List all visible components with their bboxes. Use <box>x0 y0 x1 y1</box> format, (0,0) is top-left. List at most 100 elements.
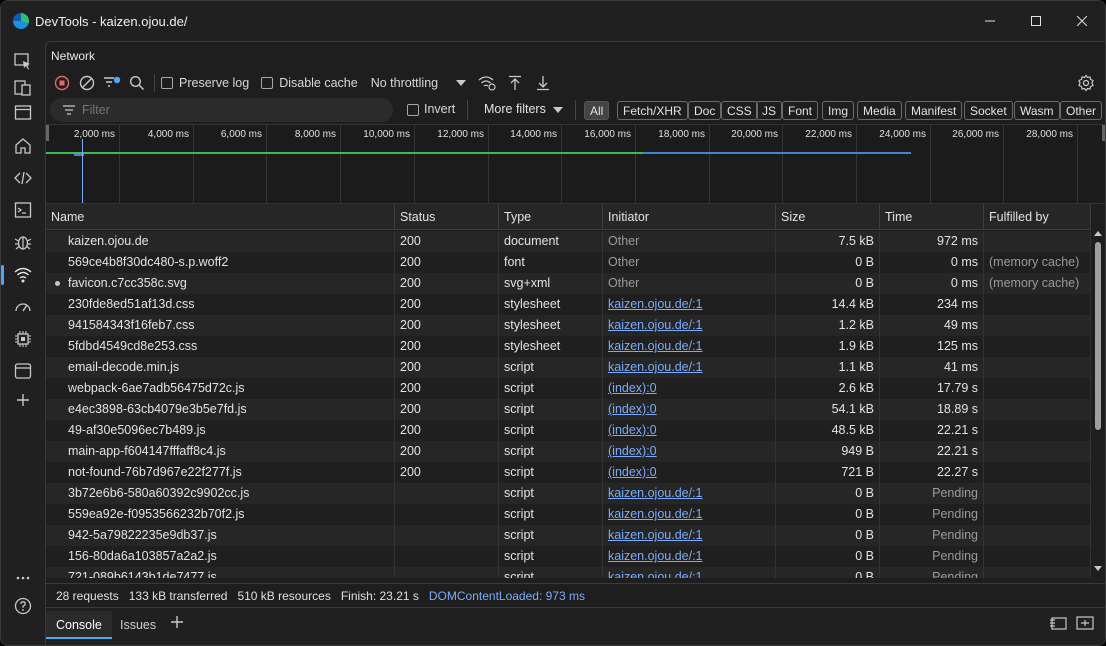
cell-initiator[interactable]: kaizen.ojou.de/:1 <box>603 504 776 525</box>
table-scrollbar[interactable] <box>1092 228 1104 578</box>
cell-status <box>395 546 499 567</box>
performance-icon[interactable] <box>13 297 33 317</box>
inspect-element-icon[interactable] <box>13 52 33 72</box>
cell-initiator[interactable]: (index):0 <box>603 399 776 420</box>
tab-issues[interactable]: Issues <box>110 611 166 639</box>
cell-initiator[interactable]: kaizen.ojou.de/:1 <box>603 546 776 567</box>
home-icon[interactable] <box>13 136 33 156</box>
close-button[interactable] <box>1059 1 1105 41</box>
cell-initiator[interactable]: (index):0 <box>603 441 776 462</box>
table-row[interactable]: 5fdbd4549cd8e253.css 200 stylesheet kaizen.… <box>46 336 1091 357</box>
table-row[interactable]: webpack-6ae7adb56475d72c.js 200 script (ind… <box>46 378 1091 399</box>
overview-right-handle[interactable] <box>1102 125 1105 141</box>
sources-bug-icon[interactable] <box>13 232 33 252</box>
type-filter-img[interactable]: Img <box>822 101 855 120</box>
cell-initiator[interactable]: kaizen.ojou.de/:1 <box>603 525 776 546</box>
console-icon[interactable] <box>13 200 33 220</box>
close-drawer-icon[interactable] <box>1076 615 1094 631</box>
elements-icon[interactable] <box>13 168 33 188</box>
maximize-button[interactable] <box>1013 1 1059 41</box>
column-header-fulfilled-by[interactable]: Fulfilled by <box>984 204 1091 230</box>
table-row[interactable]: not-found-76b7d967e22f277f.js 200 script (i… <box>46 462 1091 483</box>
cell-name: 230fde8ed51af13d.css <box>46 294 395 315</box>
cell-time: 0 ms <box>880 252 984 273</box>
overview-tick-label: 28,000 ms <box>1026 129 1073 140</box>
type-filter-css[interactable]: CSS <box>721 101 758 120</box>
timeline-overview[interactable]: 2,000 ms 4,000 ms 6,000 ms 8,000 ms 10,000 m… <box>46 124 1105 204</box>
type-filter-socket[interactable]: Socket <box>964 101 1013 120</box>
cell-type: script <box>499 441 603 462</box>
table-row[interactable]: 721-089b6143b1de7477.js script kaizen.ojou… <box>46 567 1091 578</box>
application-icon[interactable] <box>13 361 33 381</box>
type-filter-js[interactable]: JS <box>756 101 783 120</box>
table-row[interactable]: 156-80da6a103857a2a2.js script kaizen.ojou… <box>46 546 1091 567</box>
tab-console[interactable]: Console <box>46 611 112 639</box>
column-header-type[interactable]: Type <box>499 204 603 230</box>
more-filters-dropdown-icon[interactable] <box>553 107 563 113</box>
type-filter-manifest[interactable]: Manifest <box>905 101 963 120</box>
type-filter-wasm[interactable]: Wasm <box>1014 101 1060 120</box>
help-icon[interactable] <box>13 596 33 616</box>
cell-initiator[interactable]: kaizen.ojou.de/:1 <box>603 294 776 315</box>
device-emulation-icon[interactable] <box>13 78 33 98</box>
type-filter-all[interactable]: All <box>584 101 610 120</box>
preserve-log-checkbox[interactable] <box>161 77 173 89</box>
cell-initiator[interactable]: (index):0 <box>603 420 776 441</box>
throttling-dropdown-icon[interactable] <box>456 80 467 86</box>
column-header-initiator[interactable]: Initiator <box>603 204 776 230</box>
cell-initiator[interactable]: kaizen.ojou.de/:1 <box>603 483 776 504</box>
type-filter-font[interactable]: Font <box>782 101 819 120</box>
column-header-size[interactable]: Size <box>776 204 880 230</box>
type-filter-fetch-xhr[interactable]: Fetch/XHR <box>617 101 688 120</box>
column-header-time[interactable]: Time <box>880 204 984 230</box>
more-options-icon[interactable] <box>13 568 33 588</box>
table-row[interactable]: 49-af30e5096ec7b489.js 200 script (index):0… <box>46 420 1091 441</box>
record-button[interactable] <box>51 72 73 94</box>
cell-initiator[interactable]: kaizen.ojou.de/:1 <box>603 315 776 336</box>
cell-initiator[interactable]: (index):0 <box>603 462 776 483</box>
invert-checkbox[interactable] <box>407 104 419 116</box>
minimize-button[interactable] <box>967 1 1013 41</box>
table-row[interactable]: email-decode.min.js 200 script kaizen.ojou.… <box>46 357 1091 378</box>
cell-initiator[interactable]: kaizen.ojou.de/:1 <box>603 567 776 578</box>
table-row[interactable]: main-app-f604147fffaff8c4.js 200 script (in… <box>46 441 1091 462</box>
type-filter-media[interactable]: Media <box>857 101 902 120</box>
network-conditions-button[interactable] <box>476 72 498 94</box>
export-har-button[interactable] <box>532 72 554 94</box>
cell-initiator[interactable]: kaizen.ojou.de/:1 <box>603 357 776 378</box>
add-tab-plus-icon[interactable] <box>170 615 184 629</box>
welcome-icon[interactable] <box>13 103 33 123</box>
disable-cache-checkbox[interactable] <box>261 77 274 89</box>
filter-input[interactable] <box>82 103 342 117</box>
table-row[interactable]: 559ea92e-f0953566232b70f2.js script kaizen… <box>46 504 1091 525</box>
throttling-select[interactable]: No throttling <box>371 76 438 90</box>
cell-initiator[interactable]: kaizen.ojou.de/:1 <box>603 336 776 357</box>
type-filter-other[interactable]: Other <box>1060 101 1103 120</box>
edge-logo-icon <box>13 13 29 29</box>
column-header-name[interactable]: Name <box>46 204 395 230</box>
table-row[interactable]: e4ec3898-63cb4079e3b5e7fd.js 200 script (in… <box>46 399 1091 420</box>
table-row[interactable]: favicon.c7cc358c.svg 200 svg+xml Other 0 B0 … <box>46 273 1091 294</box>
cell-fulfilled: (memory cache) <box>984 252 1091 273</box>
more-filters-button[interactable]: More filters <box>484 102 546 116</box>
more-tools-plus-icon[interactable] <box>13 390 33 410</box>
search-button[interactable] <box>126 72 148 94</box>
filter-toggle-button[interactable] <box>101 72 123 94</box>
table-row[interactable]: 941584343f16feb7.css 200 stylesheet kaizen.… <box>46 315 1091 336</box>
table-row[interactable]: 230fde8ed51af13d.css 200 stylesheet kaizen.… <box>46 294 1091 315</box>
column-header-status[interactable]: Status <box>395 204 499 230</box>
table-row[interactable]: 3b72e6b6-580a60392c9902cc.js script kaizen… <box>46 483 1091 504</box>
network-wifi-icon[interactable] <box>1 265 33 285</box>
network-settings-button[interactable] <box>1075 72 1097 94</box>
cell-type: stylesheet <box>499 294 603 315</box>
table-row[interactable]: kaizen.ojou.de 200 document Other 7.5 kB 972 … <box>46 231 1091 252</box>
overview-left-handle[interactable] <box>46 125 49 141</box>
memory-icon[interactable] <box>13 329 33 349</box>
import-har-button[interactable] <box>504 72 526 94</box>
clear-button[interactable] <box>76 72 98 94</box>
dock-drawer-icon[interactable] <box>1049 615 1067 631</box>
table-row[interactable]: 942-5a79822235e9db37.js script kaizen.ojou… <box>46 525 1091 546</box>
cell-initiator[interactable]: (index):0 <box>603 378 776 399</box>
type-filter-doc[interactable]: Doc <box>688 101 722 120</box>
table-row[interactable]: 569ce4b8f30dc480-s.p.woff2 200 font Other 0 … <box>46 252 1091 273</box>
